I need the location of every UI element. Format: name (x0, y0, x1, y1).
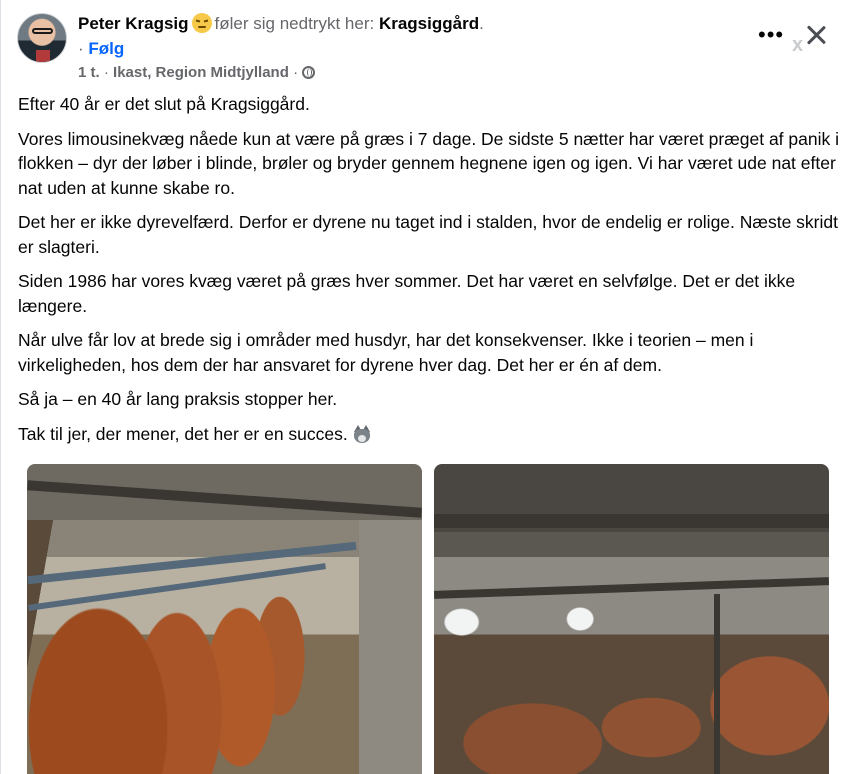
photo-beam (27, 480, 422, 518)
post-paragraph-text: Tak til jer, der mener, det her er en su… (18, 423, 348, 444)
close-icon[interactable] (801, 20, 831, 50)
photo-beam (434, 577, 829, 599)
photo-beam (434, 514, 829, 528)
photo-cattle-stalls[interactable] (27, 464, 422, 774)
post-paragraph-last: Tak til jer, der mener, det her er en su… (18, 422, 840, 447)
sad-face-icon (191, 13, 212, 33)
follow-button[interactable]: Følg (88, 39, 124, 58)
timestamp-link[interactable]: 1 t. (78, 64, 100, 81)
post-paragraph: Vores limousinekvæg nåede kun at være på… (18, 128, 839, 198)
globe-icon[interactable] (302, 66, 316, 79)
post-paragraph: Siden 1986 har vores kvæg været på græs … (18, 271, 796, 316)
author-name[interactable]: Peter Kragsig (78, 14, 189, 33)
feeling-text: føler sig nedtrykt her: (214, 14, 375, 33)
place-link[interactable]: Kragsiggård (379, 14, 479, 33)
post-paragraph: Efter 40 år er det slut på Kragsiggård. (18, 94, 310, 114)
place-suffix: . (479, 14, 484, 33)
meta-separator: · (103, 64, 109, 81)
follow-line: · Følg (78, 38, 124, 60)
more-options-icon[interactable]: ••• (758, 24, 784, 46)
avatar-glasses (32, 28, 53, 34)
meta-separator-2: · (293, 64, 299, 81)
photo-cattle-barn[interactable] (434, 464, 829, 774)
follow-separator: · (78, 39, 84, 58)
post-paragraph: Så ja – en 40 år lang praksis stopper he… (18, 389, 338, 409)
avatar[interactable] (17, 13, 67, 63)
photo-post (714, 594, 720, 774)
photo-rail (28, 563, 326, 611)
post-paragraph: Det her er ikke dyrevelfærd. Derfor er d… (18, 212, 838, 257)
location-link[interactable]: Ikast, Region Midtjylland (113, 64, 289, 81)
facebook-post: Peter Kragsig føler sig nedtrykt her: Kra… (0, 0, 856, 774)
wolf-emoji-icon (352, 424, 372, 443)
post-body: Efter 40 år er det slut på Kragsiggård. … (18, 92, 840, 456)
post-header: Peter Kragsig føler sig nedtrykt her: Kra… (78, 13, 484, 35)
photo-rail (27, 541, 357, 585)
avatar-shirt (36, 50, 50, 62)
post-paragraph: Når ulve får lov at brede sig i områder … (18, 330, 754, 375)
post-meta: 1 t. · Ikast, Region Midtjylland · (78, 63, 316, 83)
